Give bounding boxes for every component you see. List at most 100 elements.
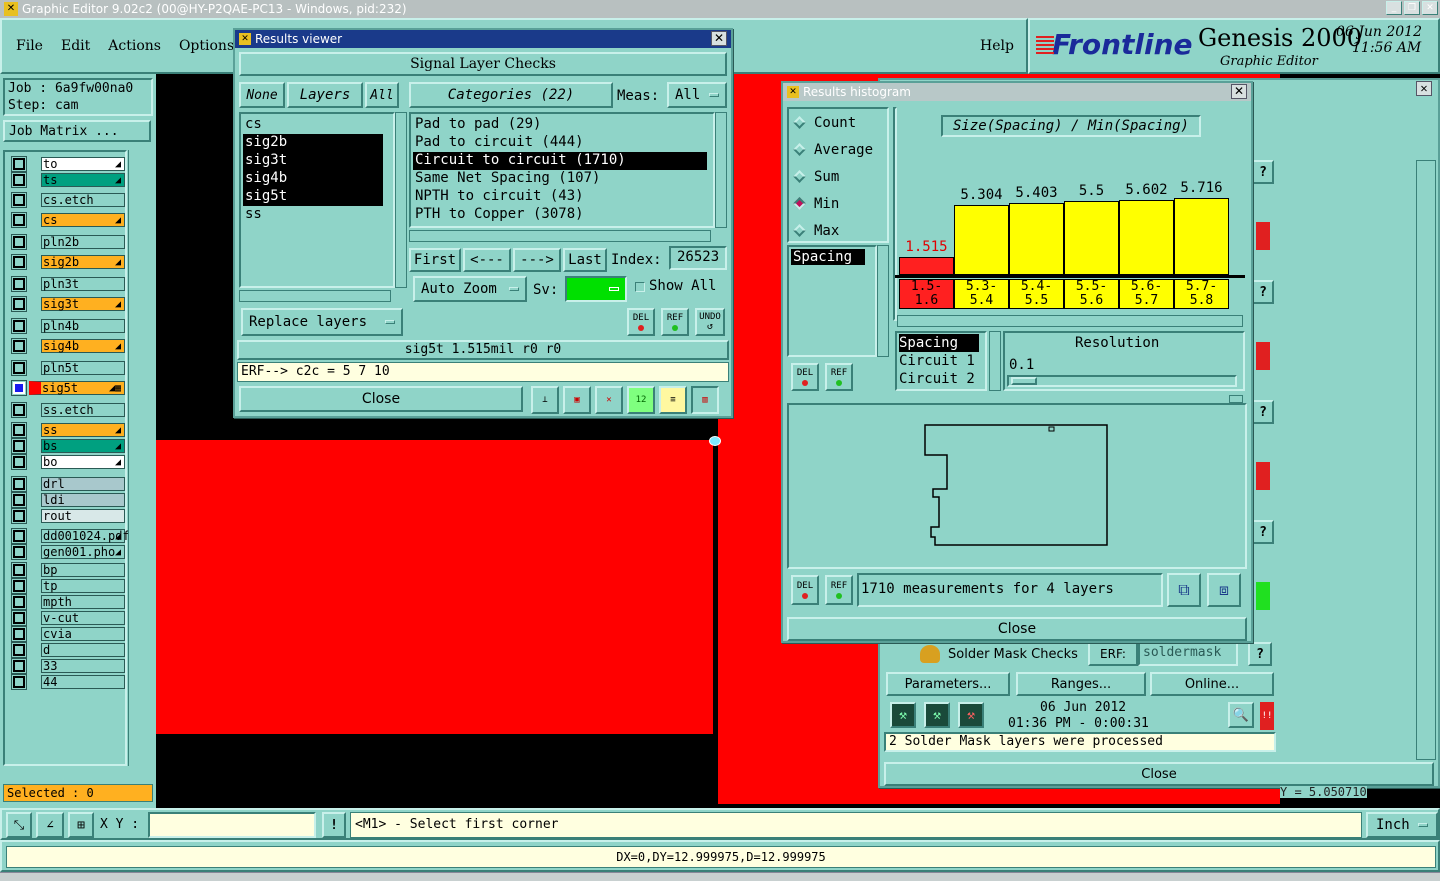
- category-vscroll[interactable]: [715, 112, 727, 228]
- preview-ref-button[interactable]: REF: [825, 575, 853, 605]
- results-viewer-close-icon[interactable]: ✕: [711, 31, 727, 46]
- menu-edit[interactable]: Edit: [61, 38, 90, 54]
- slider-thumb[interactable]: [1011, 377, 1037, 385]
- layer-row[interactable]: sig5t ◢▦: [11, 379, 129, 396]
- layer-result-list[interactable]: cs sig2b sig3t sig4b sig5t ss: [239, 112, 395, 288]
- category-item[interactable]: NPTH to circuit (43): [413, 188, 711, 206]
- layer-name[interactable]: ldi: [41, 492, 125, 507]
- layer-checkbox[interactable]: [11, 527, 27, 544]
- job-matrix-button[interactable]: Job Matrix ...: [3, 120, 151, 142]
- layer-checkbox[interactable]: [11, 593, 27, 610]
- layer-checkbox[interactable]: [11, 507, 27, 524]
- layer-name[interactable]: dd001024.pdf ◢: [41, 528, 130, 543]
- resolution-slider[interactable]: [1007, 375, 1237, 387]
- layer-name[interactable]: bp: [41, 562, 125, 577]
- category-item[interactable]: Circuit to circuit (1710): [413, 152, 707, 170]
- results-viewer-close-button[interactable]: Close: [239, 386, 523, 412]
- category-item[interactable]: Same Net Spacing (107): [413, 170, 711, 188]
- sort-list[interactable]: Spacing Circuit 1 Circuit 2: [895, 331, 987, 391]
- mode-radio-average[interactable]: Average: [789, 136, 887, 163]
- resize-handle[interactable]: [1229, 395, 1243, 403]
- attribute-scroll[interactable]: [877, 245, 889, 357]
- layer-checkbox[interactable]: [11, 191, 27, 208]
- layer-row[interactable]: sig3t ◢: [11, 295, 129, 312]
- layer-checkbox[interactable]: [11, 641, 27, 658]
- layers-all-button[interactable]: All: [365, 82, 399, 108]
- layer-checkbox[interactable]: [11, 491, 27, 508]
- histogram-close-button[interactable]: Close: [787, 617, 1247, 641]
- layer-checkbox[interactable]: [11, 379, 27, 396]
- histogram-ref-button[interactable]: REF: [825, 363, 853, 391]
- histogram-bar[interactable]: [1009, 203, 1064, 275]
- menu-file[interactable]: File: [16, 38, 43, 54]
- layer-name[interactable]: cvia: [41, 626, 125, 641]
- snap-tool-icon[interactable]: ⤡: [6, 812, 32, 838]
- result-layer-item[interactable]: sig4b: [243, 170, 383, 188]
- show-all-checkbox[interactable]: [635, 282, 645, 292]
- mode-radio-sum[interactable]: Sum: [789, 163, 887, 190]
- chart-hscroll[interactable]: [897, 315, 1243, 327]
- check-help-icon[interactable]: ?: [1252, 160, 1274, 184]
- check-help-icon[interactable]: ?: [1252, 400, 1274, 424]
- counter-icon[interactable]: 12: [627, 386, 655, 414]
- layer-row[interactable]: d: [11, 641, 129, 658]
- layer-checkbox[interactable]: [11, 475, 27, 492]
- layer-row[interactable]: rout: [11, 507, 129, 524]
- layer-row[interactable]: cvia: [11, 625, 129, 642]
- replace-layers-dropdown[interactable]: Replace layers: [241, 308, 403, 336]
- layer-name[interactable]: cs ◢: [41, 212, 125, 227]
- result-layer-item[interactable]: cs: [243, 116, 391, 134]
- check-help-icon[interactable]: ?: [1252, 520, 1274, 544]
- xy-input[interactable]: [148, 812, 316, 838]
- sort-scroll[interactable]: [989, 331, 1001, 391]
- layer-name[interactable]: bo ◢: [41, 454, 125, 469]
- layer-name[interactable]: pln5t: [41, 360, 125, 375]
- info-icon[interactable]: !: [322, 812, 346, 838]
- layer-name[interactable]: gen001.pho ◢: [41, 544, 125, 559]
- mode-radio-max[interactable]: Max: [789, 217, 887, 244]
- report-icon[interactable]: ≡: [659, 386, 687, 414]
- run-check-icon[interactable]: ⚒: [890, 702, 916, 728]
- run-check-all-icon[interactable]: ⚒: [924, 702, 950, 728]
- preview-del-button[interactable]: DEL: [791, 575, 819, 605]
- layer-checkbox[interactable]: [11, 253, 27, 270]
- layer-row[interactable]: pln2b: [11, 233, 129, 250]
- last-button[interactable]: Last: [563, 248, 607, 272]
- layer-row[interactable]: bo ◢: [11, 453, 129, 470]
- check-help-icon[interactable]: ?: [1248, 642, 1272, 666]
- grid-tool-icon[interactable]: ⊞: [68, 812, 94, 838]
- layer-checkbox[interactable]: [11, 317, 27, 334]
- layer-scrollbar[interactable]: [128, 150, 153, 766]
- layer-row[interactable]: cs.etch: [11, 191, 129, 208]
- export-icon[interactable]: ⧉: [1167, 573, 1201, 607]
- layer-checkbox[interactable]: [11, 421, 27, 438]
- layer-checkbox[interactable]: [11, 657, 27, 674]
- meas-dropdown[interactable]: All: [667, 82, 727, 108]
- highlight-tool-icon[interactable]: ▣: [563, 386, 591, 414]
- checklist-close-button[interactable]: Close: [884, 762, 1434, 786]
- clear-ref-icon[interactable]: ✕: [595, 386, 623, 414]
- layer-name[interactable]: mpth: [41, 594, 125, 609]
- import-icon[interactable]: ⧈: [1207, 573, 1241, 607]
- checklist-scrollbar[interactable]: [1416, 160, 1436, 760]
- layer-name[interactable]: cs.etch: [41, 192, 125, 207]
- result-layer-item[interactable]: sig2b: [243, 134, 383, 152]
- layer-name[interactable]: 33: [41, 658, 125, 673]
- layer-row[interactable]: bs ◢: [11, 437, 129, 454]
- layer-name[interactable]: bs ◢: [41, 438, 125, 453]
- layers-none-button[interactable]: None: [239, 82, 285, 108]
- layer-row[interactable]: mpth: [11, 593, 129, 610]
- histogram-bar[interactable]: [1119, 200, 1174, 275]
- index-input[interactable]: 26523: [669, 246, 727, 270]
- layer-row[interactable]: pln4b: [11, 317, 129, 334]
- layer-checkbox[interactable]: [11, 401, 27, 418]
- result-layer-item[interactable]: sig3t: [243, 152, 383, 170]
- layer-checkbox[interactable]: [11, 453, 27, 470]
- layer-row[interactable]: pln5t: [11, 359, 129, 376]
- layer-name[interactable]: d: [41, 642, 125, 657]
- category-item[interactable]: Pad to pad (29): [413, 116, 711, 134]
- layer-name[interactable]: sig3t ◢: [41, 296, 125, 311]
- layer-row[interactable]: cs ◢: [11, 211, 129, 228]
- mode-radio-count[interactable]: Count: [789, 109, 887, 136]
- close-app-button[interactable]: ✕: [1422, 1, 1438, 15]
